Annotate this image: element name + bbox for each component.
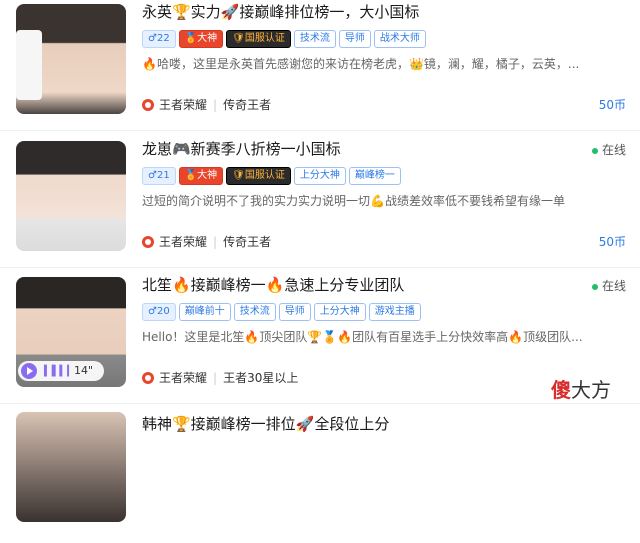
game-info: 王者荣耀 | 传奇王者 (142, 233, 271, 250)
waveform-icon: ▍▌▍▎ (44, 366, 75, 377)
divider (0, 403, 640, 404)
game-name: 王者荣耀 (159, 371, 208, 385)
rank-label: 传奇王者 (223, 98, 272, 112)
god-badge: 🏅大神 (178, 167, 224, 185)
game-icon (142, 236, 154, 248)
cert-badge: 🛡国服认证 (226, 30, 291, 48)
game-name: 王者荣耀 (159, 235, 208, 249)
online-status: 在线 (591, 141, 626, 158)
avatar[interactable] (16, 4, 126, 114)
cert-badge: 🛡国服认证 (226, 167, 291, 185)
player-description: 过短的简介说明不了我的实力实力说明一切💪战绩差效率低不要钱希望有缘一单 (142, 194, 565, 208)
skill-tag: 巅峰榜一 (348, 167, 401, 185)
skill-tag: 导师 (338, 30, 371, 48)
separator: | (213, 98, 218, 112)
phone-icon (16, 30, 42, 100)
rank-label: 王者30星以上 (223, 371, 299, 385)
price-label: 50币 (598, 98, 626, 112)
player-title[interactable]: 韩神🏆接巅峰榜一排位🚀全段位上分 (142, 414, 389, 434)
skill-tag: 战术大师 (373, 30, 426, 48)
online-dot-icon (591, 283, 598, 290)
game-icon (142, 99, 154, 111)
skill-tag: 导师 (278, 303, 311, 321)
separator: | (213, 235, 218, 249)
game-info: 王者荣耀 | 王者30星以上 (142, 369, 298, 386)
avatar[interactable] (16, 412, 126, 522)
online-status: 在线 (591, 277, 626, 294)
player-title[interactable]: 永英🏆实力🚀接巅峰排位榜一，大小国标 (142, 2, 419, 22)
tag-row: ♂20 巅峰前十 技术流 导师 上分大神 游戏主播 (142, 303, 424, 321)
gender-age-badge: ♂22 (142, 30, 176, 48)
rank-label: 传奇王者 (223, 235, 272, 249)
voice-intro[interactable]: ▍▌▍▎ 14" (18, 361, 104, 381)
tag-row: ♂22 🏅大神 🛡国服认证 技术流 导师 战术大师 (142, 30, 429, 48)
player-title[interactable]: 龙崽🎮新赛季八折榜一小国标 (142, 139, 341, 159)
separator: | (213, 371, 218, 385)
list-item[interactable]: 韩神🏆接巅峰榜一排位🚀全段位上分 (0, 408, 640, 543)
player-list: 永英🏆实力🚀接巅峰排位榜一，大小国标 ♂22 🏅大神 🛡国服认证 技术流 导师 战术大师 … (0, 0, 640, 522)
avatar[interactable] (16, 141, 126, 251)
skill-tag: 上分大神 (293, 167, 346, 185)
player-title[interactable]: 北笙🔥接巅峰榜一🔥急速上分专业团队 (142, 275, 404, 295)
price-label: 50币 (598, 235, 626, 249)
divider (0, 267, 640, 268)
game-name: 王者荣耀 (159, 98, 208, 112)
god-badge: 🏅大神 (178, 30, 224, 48)
watermark-logo: 傻大方 (551, 378, 611, 402)
player-description: Hello！这里是北笙🔥顶尖团队🏆🏅🔥团队有百星选手上分快效率高🔥顶级团队... (142, 330, 583, 344)
game-icon (142, 372, 154, 384)
avatar[interactable]: ▍▌▍▎ 14" (16, 277, 126, 387)
list-item[interactable]: ▍▌▍▎ 14" 北笙🔥接巅峰榜一🔥急速上分专业团队 在线 ♂20 巅峰前十 技术流… (0, 273, 640, 408)
tag-row: ♂21 🏅大神 🛡国服认证 上分大神 巅峰榜一 (142, 167, 404, 185)
online-dot-icon (591, 147, 598, 154)
voice-duration: 14" (74, 364, 94, 377)
list-item[interactable]: 龙崽🎮新赛季八折榜一小国标 在线 ♂21 🏅大神 🛡国服认证 上分大神 巅峰榜一 过短的… (0, 137, 640, 272)
gender-age-badge: ♂21 (142, 167, 176, 185)
skill-tag: 游戏主播 (368, 303, 421, 321)
gender-age-badge: ♂20 (142, 303, 176, 321)
game-info: 王者荣耀 | 传奇王者 (142, 96, 271, 113)
skill-tag: 上分大神 (313, 303, 366, 321)
list-item[interactable]: 永英🏆实力🚀接巅峰排位榜一，大小国标 ♂22 🏅大神 🛡国服认证 技术流 导师 战术大师 … (0, 0, 640, 135)
player-description: 🔥哈喽，这里是永英首先感谢您的来访在榜老虎，👑镜，澜，耀，橘子，云英，... (142, 57, 580, 71)
skill-tag: 技术流 (233, 303, 276, 321)
skill-tag: 巅峰前十 (178, 303, 231, 321)
divider (0, 130, 640, 131)
play-icon[interactable] (21, 363, 37, 379)
skill-tag: 技术流 (293, 30, 336, 48)
